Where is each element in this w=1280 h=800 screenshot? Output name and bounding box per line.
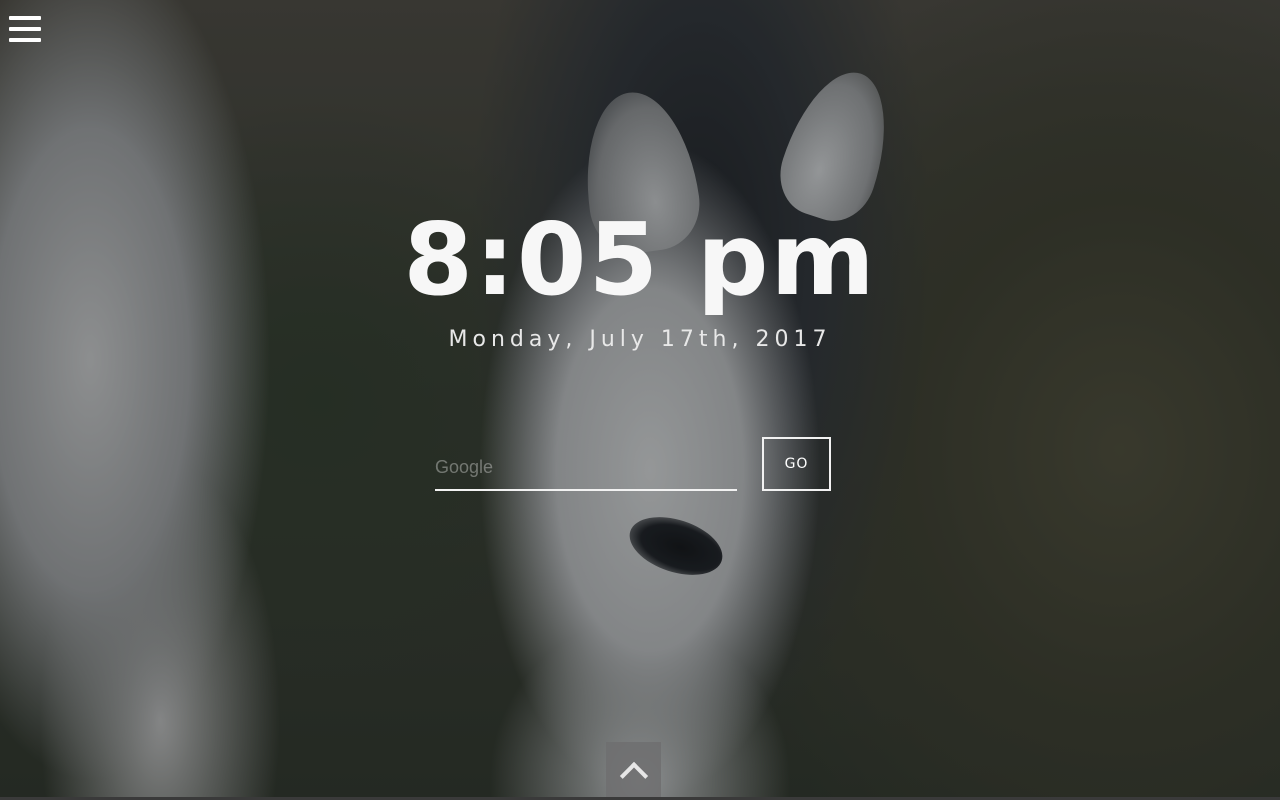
chevron-up-icon — [619, 761, 648, 791]
new-tab-page: 8:05 pm Monday, July 17th, 2017 GO — [0, 0, 1280, 800]
scroll-up-button[interactable] — [606, 742, 661, 800]
clock-time: 8:05 pm — [403, 201, 877, 318]
menu-bar — [9, 27, 41, 31]
hamburger-menu-icon[interactable] — [9, 14, 41, 44]
search-input[interactable] — [435, 451, 737, 491]
background-overlay — [0, 0, 1280, 800]
go-button[interactable]: GO — [762, 437, 831, 491]
search-form: GO — [435, 437, 835, 493]
menu-bar — [9, 38, 41, 42]
clock-date: Monday, July 17th, 2017 — [448, 327, 832, 352]
menu-bar — [9, 16, 41, 20]
